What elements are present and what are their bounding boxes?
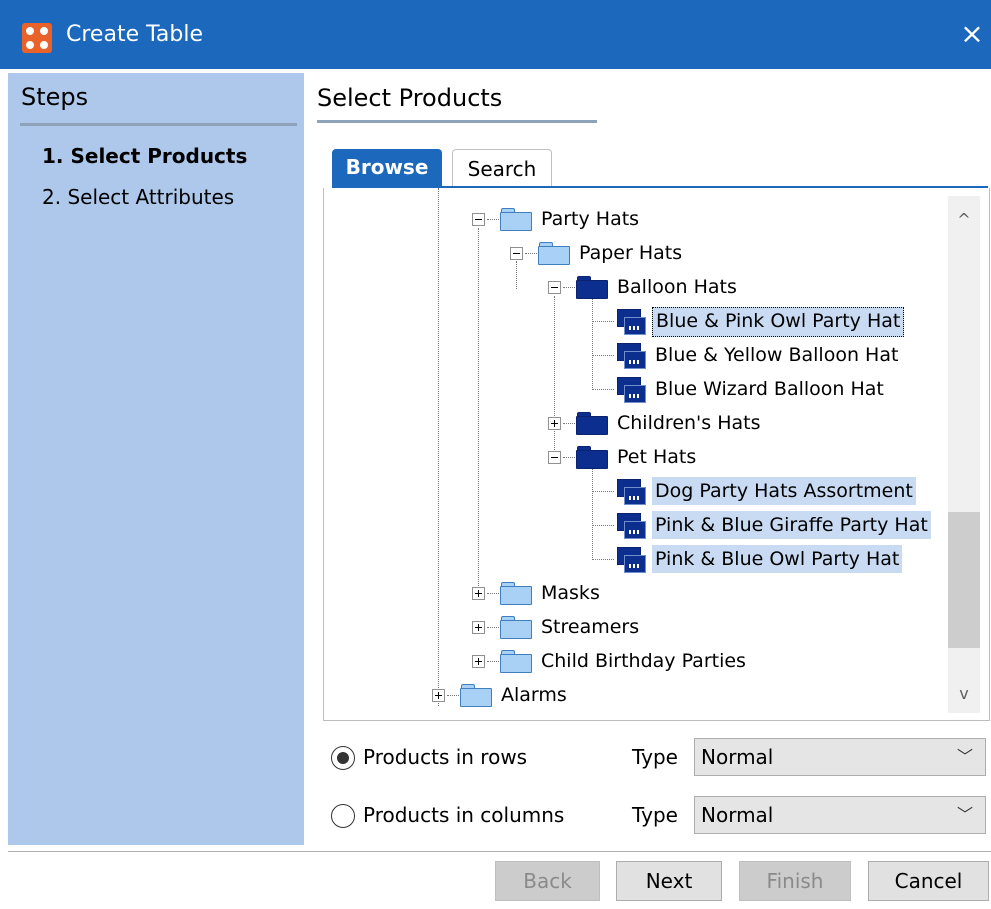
tree-connector — [487, 661, 499, 662]
scrollbar-thumb[interactable] — [948, 512, 980, 648]
tree-node-label: Pink & Blue Owl Party Hat — [652, 545, 903, 573]
expand-icon[interactable] — [548, 417, 561, 430]
tree-connector — [516, 261, 517, 289]
page-title: Select Products — [317, 84, 503, 112]
product-icon — [614, 309, 646, 335]
tree-connector — [592, 525, 614, 526]
tree-node-label: Blue & Yellow Balloon Hat — [655, 344, 899, 366]
rows-type-select[interactable]: Normal ﹀ — [694, 738, 986, 776]
tree-connector — [592, 355, 614, 356]
tree-connector — [563, 423, 575, 424]
tree-node-label: Balloon Hats — [617, 276, 737, 298]
type-label: Type — [632, 745, 678, 769]
products-in-rows-radio[interactable] — [331, 746, 355, 770]
folder-icon — [500, 581, 532, 605]
steps-panel: Steps 1. Select Products 2. Select Attri… — [8, 73, 304, 845]
app-logo-icon — [22, 23, 52, 53]
expand-icon[interactable] — [472, 655, 485, 668]
steps-divider — [20, 123, 297, 126]
type-label: Type — [632, 803, 678, 827]
collapse-icon[interactable] — [548, 451, 561, 464]
collapse-icon[interactable] — [472, 213, 485, 226]
product-icon — [614, 343, 646, 369]
folder-icon — [538, 241, 570, 265]
back-button[interactable]: Back — [495, 861, 600, 901]
window-title: Create Table — [66, 22, 203, 47]
tree-node-label: Children's Hats — [617, 412, 761, 434]
products-in-columns-radio[interactable] — [331, 804, 355, 828]
tree-connector — [487, 219, 499, 220]
select-value: Normal — [701, 803, 774, 827]
cancel-button[interactable]: Cancel — [868, 861, 989, 901]
button-bar-divider — [8, 851, 991, 852]
tree-node-label: Dog Party Hats Assortment — [652, 477, 916, 505]
tree-node-label: Blue Wizard Balloon Hat — [655, 378, 884, 400]
tab-search[interactable]: Search — [452, 149, 552, 186]
product-icon — [614, 479, 646, 505]
dark-folder-icon — [576, 275, 608, 299]
title-divider — [317, 120, 597, 123]
products-in-columns-label: Products in columns — [363, 803, 565, 827]
title-bar: Create Table × — [0, 0, 991, 69]
product-icon — [614, 513, 646, 539]
finish-button[interactable]: Finish — [739, 861, 851, 901]
scroll-up-icon[interactable]: ^ — [948, 206, 980, 234]
products-in-rows-label: Products in rows — [363, 745, 528, 769]
tree-connector — [487, 627, 499, 628]
folder-icon — [500, 615, 532, 639]
folder-icon — [500, 207, 532, 231]
dark-folder-icon — [576, 411, 608, 435]
tree-node-label: Masks — [541, 582, 600, 604]
tree-connector — [592, 559, 614, 560]
tree-connector — [478, 228, 479, 588]
tree-connector — [447, 695, 459, 696]
product-icon — [614, 547, 646, 573]
expand-icon[interactable] — [472, 587, 485, 600]
chevron-down-icon: ﹀ — [956, 747, 973, 766]
tree-node-label: Party Hats — [541, 208, 640, 230]
tree-connector — [592, 321, 614, 322]
step-select-attributes: 2. Select Attributes — [42, 185, 235, 209]
product-tree[interactable]: Party Hats Paper Hats Balloon Hats Blue … — [323, 188, 990, 721]
tree-connector — [525, 253, 537, 254]
step-select-products: 1. Select Products — [42, 144, 248, 168]
tree-connector — [592, 467, 593, 560]
collapse-icon[interactable] — [510, 247, 523, 260]
tree-connector — [438, 188, 439, 706]
tree-connector — [563, 457, 575, 458]
tab-browse[interactable]: Browse — [332, 149, 442, 186]
tree-node-label: Blue & Pink Owl Party Hat — [652, 307, 905, 337]
chevron-down-icon: ﹀ — [956, 805, 973, 824]
tree-connector — [563, 287, 575, 288]
next-button[interactable]: Next — [616, 861, 722, 901]
dark-folder-icon — [576, 445, 608, 469]
product-icon — [614, 377, 646, 403]
folder-icon — [500, 649, 532, 673]
folder-icon — [460, 683, 492, 707]
tree-node-label: Alarms — [501, 684, 567, 706]
columns-type-select[interactable]: Normal ﹀ — [694, 796, 986, 834]
select-value: Normal — [701, 745, 774, 769]
tree-node-label: Child Birthday Parties — [541, 650, 746, 672]
expand-icon[interactable] — [432, 689, 445, 702]
tree-connector — [592, 389, 614, 390]
tree-connector — [554, 296, 555, 464]
steps-heading: Steps — [21, 83, 89, 111]
tree-connector — [592, 491, 614, 492]
scroll-down-icon[interactable]: v — [948, 680, 980, 708]
tree-node-label: Pink & Blue Giraffe Party Hat — [652, 511, 931, 539]
tree-connector — [592, 297, 593, 390]
tree-connector — [487, 593, 499, 594]
close-icon[interactable]: × — [954, 14, 990, 54]
tree-node-label: Paper Hats — [579, 242, 683, 264]
collapse-icon[interactable] — [548, 281, 561, 294]
tree-node-label: Streamers — [541, 616, 640, 638]
expand-icon[interactable] — [472, 621, 485, 634]
tree-node-label: Pet Hats — [617, 446, 697, 468]
